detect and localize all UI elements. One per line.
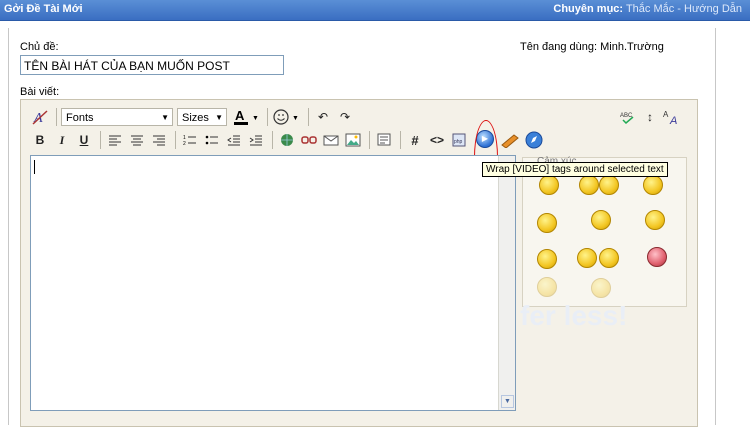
category-value[interactable]: Thắc Mắc - Hướng Dẫn xyxy=(626,3,742,15)
chevron-down-icon: ▼ xyxy=(215,113,223,122)
compass-icon[interactable] xyxy=(524,130,544,150)
flash-tag-icon[interactable] xyxy=(500,130,520,150)
smiley-icon[interactable] xyxy=(643,175,663,195)
toolbar-row-2: B I U 12 # <> php xyxy=(30,129,471,151)
outdent-icon[interactable] xyxy=(224,130,244,150)
smiley-icon[interactable] xyxy=(537,213,557,233)
smiley-icon[interactable] xyxy=(577,248,597,268)
align-right-icon[interactable] xyxy=(149,130,169,150)
page-title: Gởi Đề Tài Mới xyxy=(4,3,83,15)
toolbar-separator xyxy=(400,131,401,149)
text-caret xyxy=(34,160,35,174)
username-value: Minh.Trường xyxy=(600,41,664,53)
remove-format-icon[interactable]: A xyxy=(30,107,50,127)
svg-text:▼: ▼ xyxy=(292,115,299,122)
svg-text:php: php xyxy=(454,139,463,145)
italic-icon[interactable]: I xyxy=(52,130,72,150)
toolbar-separator xyxy=(267,108,268,126)
quote-icon[interactable] xyxy=(374,130,394,150)
indent-icon[interactable] xyxy=(246,130,266,150)
underline-icon[interactable]: U xyxy=(74,130,94,150)
insert-image-icon[interactable] xyxy=(343,130,363,150)
svg-text:A: A xyxy=(663,110,669,119)
spellcheck-icon[interactable]: ABC xyxy=(618,107,638,127)
resize-editor-icon[interactable]: ↕ xyxy=(640,107,660,127)
link-globe-icon[interactable] xyxy=(277,130,297,150)
smiley-icon[interactable] xyxy=(647,247,667,267)
html-code-icon[interactable]: <> xyxy=(427,130,447,150)
size-select[interactable]: Sizes ▼ xyxy=(177,108,227,126)
smiley-icon[interactable] xyxy=(539,175,559,195)
smiley-icon[interactable] xyxy=(579,175,599,195)
toolbar-right: ABC ↕ AA xyxy=(618,106,684,128)
undo-icon[interactable]: ↶ xyxy=(313,107,333,127)
font-select[interactable]: Fonts ▼ xyxy=(61,108,173,126)
php-code-icon[interactable]: php xyxy=(449,130,469,150)
smilies-panel: Cảm xúc xyxy=(522,156,687,307)
watermark: fer less! xyxy=(520,300,628,331)
text-color-icon[interactable]: A ▼ xyxy=(231,107,261,127)
svg-text:2: 2 xyxy=(183,141,186,146)
title-bar: Gởi Đề Tài Mới Chuyên mục: Thắc Mắc - Hư… xyxy=(0,0,750,21)
unlink-icon[interactable] xyxy=(299,130,319,150)
email-link-icon[interactable] xyxy=(321,130,341,150)
toolbar-separator xyxy=(272,131,273,149)
align-left-icon[interactable] xyxy=(105,130,125,150)
switch-mode-icon[interactable]: AA xyxy=(662,107,682,127)
toolbar-separator xyxy=(308,108,309,126)
toolbar-separator xyxy=(175,131,176,149)
category-breadcrumb: Chuyên mục: Thắc Mắc - Hướng Dẫn xyxy=(553,3,742,15)
username-line: Tên đang dùng: Minh.Trường xyxy=(520,41,664,53)
toolbar-row-1: A Fonts ▼ Sizes ▼ A ▼ ▼ ↶ ↷ xyxy=(30,106,357,128)
bold-icon[interactable]: B xyxy=(30,130,50,150)
message-textarea[interactable]: ▼ xyxy=(30,155,516,411)
chevron-down-icon: ▼ xyxy=(161,113,169,122)
unordered-list-icon[interactable] xyxy=(202,130,222,150)
toolbar-separator xyxy=(369,131,370,149)
smiley-icon[interactable] xyxy=(537,277,557,297)
font-select-value: Fonts xyxy=(66,112,94,124)
toolbar-separator xyxy=(56,108,57,126)
message-label: Bài viết: xyxy=(20,86,60,98)
username-label: Tên đang dùng: xyxy=(520,41,598,53)
subject-input[interactable]: TÊN BÀI HÁT CỦA BẠN MUỐN POST xyxy=(20,55,284,75)
smiley-icon[interactable] xyxy=(599,248,619,268)
subject-label: Chủ đề: xyxy=(20,41,59,53)
smiley-icon[interactable]: ▼ xyxy=(272,107,302,127)
smiley-icon[interactable] xyxy=(645,210,665,230)
smiley-icon[interactable] xyxy=(599,175,619,195)
code-hash-icon[interactable]: # xyxy=(405,130,425,150)
smiley-icon[interactable] xyxy=(591,278,611,298)
size-select-value: Sizes xyxy=(182,112,209,124)
svg-text:▼: ▼ xyxy=(252,115,259,122)
scroll-down-icon[interactable]: ▼ xyxy=(501,395,514,408)
textarea-scrollbar[interactable]: ▼ xyxy=(498,156,515,410)
ordered-list-icon[interactable]: 12 xyxy=(180,130,200,150)
redo-icon[interactable]: ↷ xyxy=(335,107,355,127)
svg-text:A: A xyxy=(669,115,677,125)
smiley-icon[interactable] xyxy=(591,210,611,230)
category-label: Chuyên mục: xyxy=(553,3,624,15)
svg-text:A: A xyxy=(235,108,245,123)
smiley-icon[interactable] xyxy=(537,249,557,269)
toolbar-separator xyxy=(100,131,101,149)
align-center-icon[interactable] xyxy=(127,130,147,150)
tooltip: Wrap [VIDEO] tags around selected text xyxy=(482,162,668,177)
